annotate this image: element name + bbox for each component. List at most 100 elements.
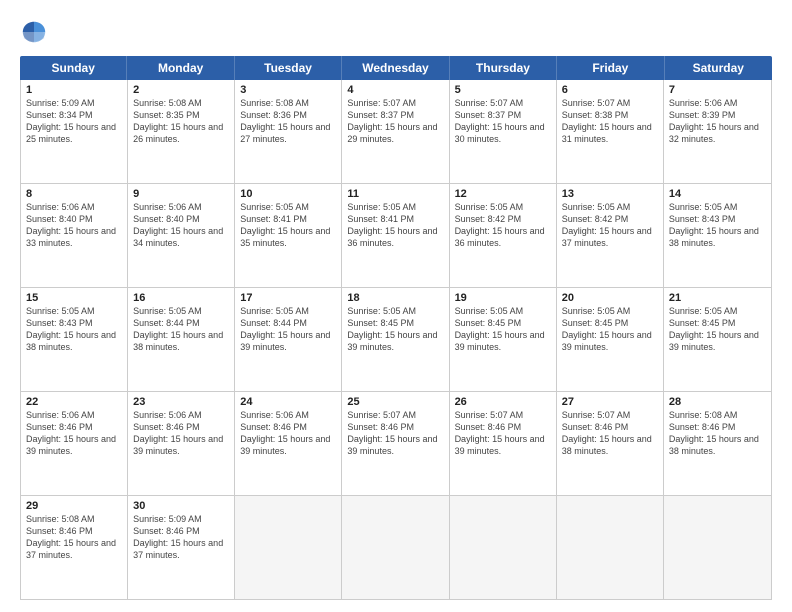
day-info: Sunrise: 5:05 AM Sunset: 8:41 PM Dayligh…	[240, 201, 336, 250]
day-number: 14	[669, 188, 766, 200]
day-number: 22	[26, 396, 122, 408]
day-cell-19: 19Sunrise: 5:05 AM Sunset: 8:45 PM Dayli…	[450, 288, 557, 391]
day-number: 19	[455, 292, 551, 304]
day-info: Sunrise: 5:08 AM Sunset: 8:46 PM Dayligh…	[669, 409, 766, 458]
day-cell-29: 29Sunrise: 5:08 AM Sunset: 8:46 PM Dayli…	[21, 496, 128, 599]
day-number: 16	[133, 292, 229, 304]
day-number: 5	[455, 84, 551, 96]
day-number: 11	[347, 188, 443, 200]
header-day-thursday: Thursday	[450, 56, 557, 80]
day-cell-1: 1Sunrise: 5:09 AM Sunset: 8:34 PM Daylig…	[21, 80, 128, 183]
day-cell-28: 28Sunrise: 5:08 AM Sunset: 8:46 PM Dayli…	[664, 392, 771, 495]
day-number: 4	[347, 84, 443, 96]
day-number: 3	[240, 84, 336, 96]
day-info: Sunrise: 5:08 AM Sunset: 8:35 PM Dayligh…	[133, 97, 229, 146]
day-info: Sunrise: 5:05 AM Sunset: 8:42 PM Dayligh…	[562, 201, 658, 250]
empty-cell	[342, 496, 449, 599]
calendar-week-4: 22Sunrise: 5:06 AM Sunset: 8:46 PM Dayli…	[21, 392, 771, 496]
header-day-sunday: Sunday	[20, 56, 127, 80]
page: SundayMondayTuesdayWednesdayThursdayFrid…	[0, 0, 792, 612]
day-info: Sunrise: 5:05 AM Sunset: 8:44 PM Dayligh…	[240, 305, 336, 354]
day-cell-23: 23Sunrise: 5:06 AM Sunset: 8:46 PM Dayli…	[128, 392, 235, 495]
day-info: Sunrise: 5:07 AM Sunset: 8:37 PM Dayligh…	[347, 97, 443, 146]
day-info: Sunrise: 5:08 AM Sunset: 8:36 PM Dayligh…	[240, 97, 336, 146]
calendar-week-1: 1Sunrise: 5:09 AM Sunset: 8:34 PM Daylig…	[21, 80, 771, 184]
day-info: Sunrise: 5:09 AM Sunset: 8:34 PM Dayligh…	[26, 97, 122, 146]
day-cell-5: 5Sunrise: 5:07 AM Sunset: 8:37 PM Daylig…	[450, 80, 557, 183]
day-cell-17: 17Sunrise: 5:05 AM Sunset: 8:44 PM Dayli…	[235, 288, 342, 391]
calendar-week-2: 8Sunrise: 5:06 AM Sunset: 8:40 PM Daylig…	[21, 184, 771, 288]
day-number: 21	[669, 292, 766, 304]
calendar-header: SundayMondayTuesdayWednesdayThursdayFrid…	[20, 56, 772, 80]
day-info: Sunrise: 5:05 AM Sunset: 8:45 PM Dayligh…	[669, 305, 766, 354]
day-cell-7: 7Sunrise: 5:06 AM Sunset: 8:39 PM Daylig…	[664, 80, 771, 183]
day-number: 24	[240, 396, 336, 408]
day-info: Sunrise: 5:06 AM Sunset: 8:40 PM Dayligh…	[26, 201, 122, 250]
day-cell-25: 25Sunrise: 5:07 AM Sunset: 8:46 PM Dayli…	[342, 392, 449, 495]
day-cell-8: 8Sunrise: 5:06 AM Sunset: 8:40 PM Daylig…	[21, 184, 128, 287]
day-cell-13: 13Sunrise: 5:05 AM Sunset: 8:42 PM Dayli…	[557, 184, 664, 287]
day-cell-12: 12Sunrise: 5:05 AM Sunset: 8:42 PM Dayli…	[450, 184, 557, 287]
day-info: Sunrise: 5:07 AM Sunset: 8:37 PM Dayligh…	[455, 97, 551, 146]
day-number: 13	[562, 188, 658, 200]
day-number: 26	[455, 396, 551, 408]
header-day-wednesday: Wednesday	[342, 56, 449, 80]
calendar-week-3: 15Sunrise: 5:05 AM Sunset: 8:43 PM Dayli…	[21, 288, 771, 392]
empty-cell	[450, 496, 557, 599]
day-number: 30	[133, 500, 229, 512]
day-info: Sunrise: 5:07 AM Sunset: 8:46 PM Dayligh…	[455, 409, 551, 458]
day-cell-22: 22Sunrise: 5:06 AM Sunset: 8:46 PM Dayli…	[21, 392, 128, 495]
day-number: 15	[26, 292, 122, 304]
empty-cell	[235, 496, 342, 599]
day-info: Sunrise: 5:05 AM Sunset: 8:43 PM Dayligh…	[669, 201, 766, 250]
day-number: 2	[133, 84, 229, 96]
day-cell-11: 11Sunrise: 5:05 AM Sunset: 8:41 PM Dayli…	[342, 184, 449, 287]
day-number: 18	[347, 292, 443, 304]
day-number: 1	[26, 84, 122, 96]
day-cell-14: 14Sunrise: 5:05 AM Sunset: 8:43 PM Dayli…	[664, 184, 771, 287]
day-cell-15: 15Sunrise: 5:05 AM Sunset: 8:43 PM Dayli…	[21, 288, 128, 391]
day-info: Sunrise: 5:06 AM Sunset: 8:46 PM Dayligh…	[240, 409, 336, 458]
day-info: Sunrise: 5:07 AM Sunset: 8:46 PM Dayligh…	[347, 409, 443, 458]
day-cell-4: 4Sunrise: 5:07 AM Sunset: 8:37 PM Daylig…	[342, 80, 449, 183]
empty-cell	[664, 496, 771, 599]
day-cell-27: 27Sunrise: 5:07 AM Sunset: 8:46 PM Dayli…	[557, 392, 664, 495]
calendar-body: 1Sunrise: 5:09 AM Sunset: 8:34 PM Daylig…	[20, 80, 772, 600]
day-cell-24: 24Sunrise: 5:06 AM Sunset: 8:46 PM Dayli…	[235, 392, 342, 495]
header-day-saturday: Saturday	[665, 56, 772, 80]
day-info: Sunrise: 5:07 AM Sunset: 8:38 PM Dayligh…	[562, 97, 658, 146]
header	[20, 18, 772, 46]
day-info: Sunrise: 5:05 AM Sunset: 8:44 PM Dayligh…	[133, 305, 229, 354]
logo-icon	[20, 18, 48, 46]
calendar: SundayMondayTuesdayWednesdayThursdayFrid…	[20, 56, 772, 600]
day-number: 29	[26, 500, 122, 512]
day-number: 10	[240, 188, 336, 200]
day-number: 9	[133, 188, 229, 200]
day-number: 28	[669, 396, 766, 408]
day-info: Sunrise: 5:05 AM Sunset: 8:42 PM Dayligh…	[455, 201, 551, 250]
header-day-monday: Monday	[127, 56, 234, 80]
calendar-week-5: 29Sunrise: 5:08 AM Sunset: 8:46 PM Dayli…	[21, 496, 771, 599]
day-number: 12	[455, 188, 551, 200]
day-number: 27	[562, 396, 658, 408]
day-info: Sunrise: 5:08 AM Sunset: 8:46 PM Dayligh…	[26, 513, 122, 562]
day-cell-21: 21Sunrise: 5:05 AM Sunset: 8:45 PM Dayli…	[664, 288, 771, 391]
day-cell-18: 18Sunrise: 5:05 AM Sunset: 8:45 PM Dayli…	[342, 288, 449, 391]
day-cell-30: 30Sunrise: 5:09 AM Sunset: 8:46 PM Dayli…	[128, 496, 235, 599]
day-number: 25	[347, 396, 443, 408]
day-info: Sunrise: 5:09 AM Sunset: 8:46 PM Dayligh…	[133, 513, 229, 562]
day-cell-2: 2Sunrise: 5:08 AM Sunset: 8:35 PM Daylig…	[128, 80, 235, 183]
day-cell-9: 9Sunrise: 5:06 AM Sunset: 8:40 PM Daylig…	[128, 184, 235, 287]
day-number: 8	[26, 188, 122, 200]
day-number: 17	[240, 292, 336, 304]
header-day-tuesday: Tuesday	[235, 56, 342, 80]
logo	[20, 18, 54, 46]
day-info: Sunrise: 5:06 AM Sunset: 8:46 PM Dayligh…	[26, 409, 122, 458]
day-cell-26: 26Sunrise: 5:07 AM Sunset: 8:46 PM Dayli…	[450, 392, 557, 495]
day-info: Sunrise: 5:07 AM Sunset: 8:46 PM Dayligh…	[562, 409, 658, 458]
day-info: Sunrise: 5:05 AM Sunset: 8:45 PM Dayligh…	[455, 305, 551, 354]
day-info: Sunrise: 5:05 AM Sunset: 8:41 PM Dayligh…	[347, 201, 443, 250]
header-day-friday: Friday	[557, 56, 664, 80]
day-number: 20	[562, 292, 658, 304]
day-info: Sunrise: 5:05 AM Sunset: 8:45 PM Dayligh…	[347, 305, 443, 354]
